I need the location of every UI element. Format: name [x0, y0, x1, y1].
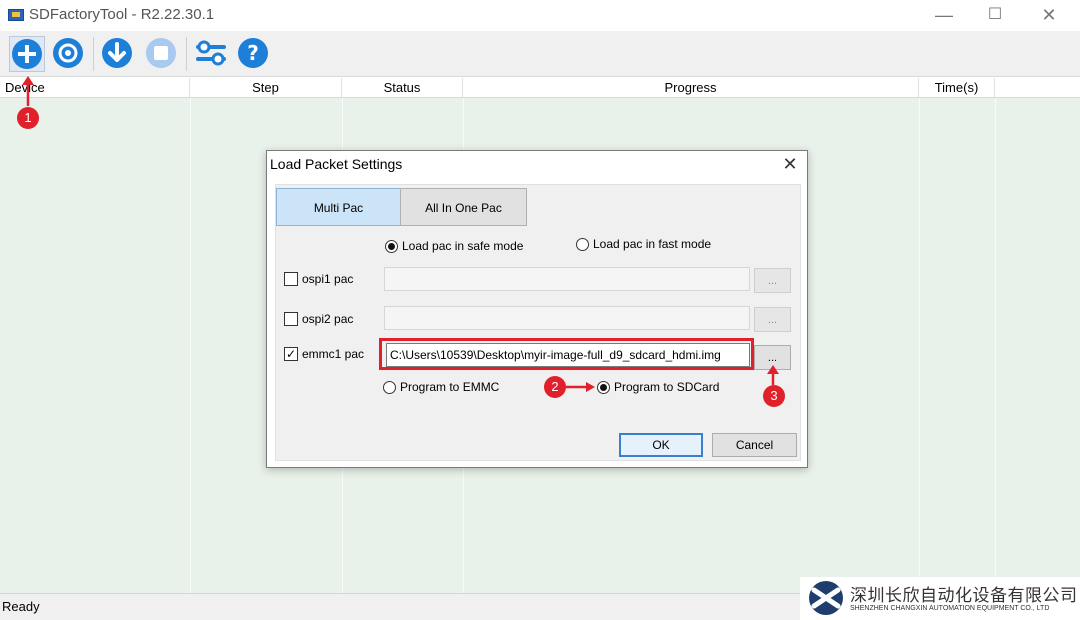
minimize-button[interactable]: —: [929, 4, 959, 26]
annotation-arrow-3: [767, 365, 779, 385]
load-packet-settings-dialog: Load Packet Settings ✕ Multi Pac All In …: [266, 150, 808, 468]
annotation-marker-2: 2: [544, 376, 566, 398]
grid-line: [995, 98, 996, 593]
close-window-button[interactable]: ✕: [1034, 4, 1064, 26]
settings-icon: [53, 38, 83, 68]
help-icon: ?: [238, 38, 268, 68]
title-bar: SDFactoryTool - R2.22.30.1 — ☐ ✕: [0, 0, 1080, 31]
annotation-arrow-1: [22, 76, 34, 106]
ospi2-label: ospi2 pac: [302, 312, 354, 326]
configure-button[interactable]: [193, 36, 229, 72]
ospi2-checkbox[interactable]: [284, 312, 298, 326]
program-sdcard-radio[interactable]: [597, 381, 610, 394]
column-header-step[interactable]: Step: [190, 78, 342, 98]
ospi1-browse-button[interactable]: ...: [754, 268, 791, 293]
toolbar: ?: [0, 31, 1080, 77]
emmc1-label: emmc1 pac: [302, 347, 365, 361]
ospi1-label: ospi1 pac: [302, 272, 354, 286]
toolbar-divider: [186, 37, 187, 71]
fast-mode-label: Load pac in fast mode: [593, 237, 712, 251]
program-emmc-label: Program to EMMC: [400, 380, 500, 394]
dialog-body: Multi Pac All In One Pac Load pac in saf…: [275, 184, 801, 461]
program-emmc-radio[interactable]: [383, 381, 396, 394]
add-icon: [12, 39, 42, 69]
settings-button[interactable]: [51, 36, 87, 72]
download-icon: [102, 38, 132, 68]
annotation-marker-1: 1: [17, 107, 39, 129]
annotation-arrow-2: [566, 382, 595, 392]
grid-line: [919, 98, 920, 593]
status-text: Ready: [2, 599, 40, 614]
tab-all-in-one-pac[interactable]: All In One Pac: [400, 188, 527, 226]
help-button[interactable]: ?: [236, 36, 272, 72]
download-button[interactable]: [100, 36, 136, 72]
company-name-cn: 深圳长欣自动化设备有限公司: [850, 586, 1078, 605]
svg-text:?: ?: [247, 41, 259, 65]
safe-mode-label: Load pac in safe mode: [402, 239, 524, 253]
checkmark-icon: ✓: [285, 347, 297, 361]
column-header-time[interactable]: Time(s): [919, 78, 995, 98]
cancel-button[interactable]: Cancel: [712, 433, 797, 457]
dialog-title: Load Packet Settings: [270, 156, 403, 172]
ospi1-checkbox[interactable]: [284, 272, 298, 286]
program-sdcard-label: Program to SDCard: [614, 380, 720, 394]
company-name-en: SHENZHEN CHANGXIN AUTOMATION EQUIPMENT C…: [850, 605, 1050, 612]
emmc1-checkbox[interactable]: ✓: [284, 347, 298, 361]
toolbar-divider: [93, 37, 94, 71]
ospi1-path-field[interactable]: [384, 267, 750, 291]
app-icon: [8, 9, 24, 21]
window-title: SDFactoryTool - R2.22.30.1: [29, 6, 215, 23]
configure-icon: [196, 40, 226, 66]
column-header-progress[interactable]: Progress: [463, 78, 919, 98]
safe-mode-radio[interactable]: [385, 240, 398, 253]
stop-button[interactable]: [144, 36, 180, 72]
company-watermark: 深圳长欣自动化设备有限公司 SHENZHEN CHANGXIN AUTOMATI…: [800, 577, 1080, 620]
annotation-highlight: [379, 338, 754, 370]
ospi2-browse-button[interactable]: ...: [754, 307, 791, 332]
add-button[interactable]: [9, 36, 45, 72]
fast-mode-radio[interactable]: [576, 238, 589, 251]
dialog-close-button[interactable]: ✕: [779, 153, 801, 175]
ospi2-path-field[interactable]: [384, 306, 750, 330]
column-header-status[interactable]: Status: [342, 78, 463, 98]
company-logo-icon: [809, 581, 843, 615]
grid-line: [190, 98, 191, 593]
stop-icon: [146, 38, 176, 68]
maximize-button[interactable]: ☐: [980, 4, 1010, 26]
table-header: Device Step Status Progress Time(s): [0, 78, 1080, 98]
tab-multi-pac[interactable]: Multi Pac: [276, 188, 401, 226]
ok-button[interactable]: OK: [619, 433, 703, 457]
annotation-marker-3: 3: [763, 385, 785, 407]
